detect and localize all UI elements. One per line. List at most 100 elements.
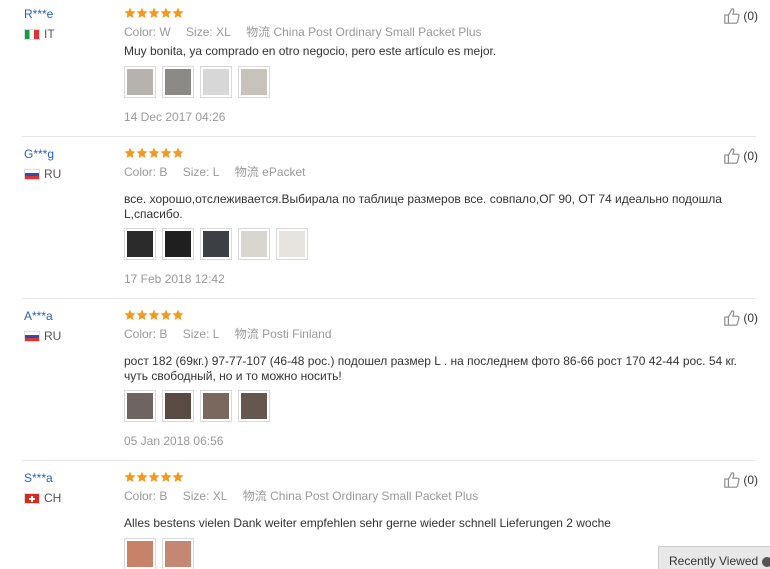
reviewer-name[interactable]: S***a (24, 471, 53, 485)
review-comment: все. хорошо,отслеживается.Выбирала по та… (124, 192, 722, 221)
review-photos (124, 66, 270, 98)
size-label: Size: (182, 165, 210, 179)
star-icon (160, 7, 172, 18)
review-photo-thumbnail[interactable] (200, 66, 232, 98)
review-photo-thumbnail[interactable] (162, 390, 194, 422)
helpful-count: (0) (743, 473, 758, 487)
star-icon (124, 471, 136, 482)
star-icon (148, 309, 160, 320)
helpful-button[interactable]: (0) (723, 7, 758, 25)
helpful-button[interactable]: (0) (723, 147, 758, 165)
review-photo-thumbnail[interactable] (200, 390, 232, 422)
review-item: A***a RU Color: B Size: L 物流 Posti Finla… (0, 309, 770, 459)
color-value: B (159, 327, 168, 341)
review-photo-thumbnail[interactable] (238, 390, 270, 422)
review-photo-thumbnail[interactable] (124, 390, 156, 422)
star-icon (124, 7, 136, 18)
review-photos (124, 228, 308, 260)
helpful-count: (0) (743, 149, 758, 163)
switzerland-flag-icon (24, 492, 40, 504)
reviewer-name[interactable]: A***a (24, 309, 53, 323)
helpful-count: (0) (743, 9, 758, 23)
review-photo-thumbnail[interactable] (238, 228, 270, 260)
review-photo-thumbnail[interactable] (124, 228, 156, 260)
reviewer-country: IT (24, 27, 55, 41)
star-icon (136, 7, 148, 18)
color-label: Color: (124, 489, 157, 503)
review-date: 17 Feb 2018 12:42 (124, 272, 225, 286)
shipping-value: ePacket (262, 165, 306, 179)
order-attributes: Color: W Size: XL 物流 China Post Ordinary… (124, 23, 494, 40)
italy-flag-icon (24, 28, 40, 40)
shipping-value: China Post Ordinary Small Packet Plus (270, 489, 479, 503)
helpful-count: (0) (743, 311, 758, 325)
order-attributes: Color: B Size: L 物流 ePacket (124, 163, 318, 180)
shipping-label: 物流 (234, 165, 259, 179)
reviewer-name[interactable]: G***g (24, 147, 54, 161)
russia-flag-icon (24, 168, 40, 180)
star-icon (124, 147, 136, 158)
review-photo-thumbnail[interactable] (162, 228, 194, 260)
review-photo-thumbnail[interactable] (162, 538, 194, 569)
reviewer-name[interactable]: R***e (24, 7, 53, 21)
star-icon (172, 147, 184, 158)
color-value: W (159, 25, 171, 39)
review-photo-thumbnail[interactable] (238, 66, 270, 98)
review-photo-thumbnail[interactable] (200, 228, 232, 260)
star-icon (172, 309, 184, 320)
size-label: Size: (186, 25, 213, 39)
size-value: L (212, 165, 220, 179)
country-code: CH (44, 491, 62, 505)
size-value: L (212, 327, 220, 341)
review-photo-thumbnail[interactable] (276, 228, 308, 260)
review-comment: рост 182 (69кг.) 97-77-107 (46-48 рос.) … (124, 354, 738, 383)
shipping-label: 物流 (246, 25, 271, 39)
review-comment: Alles bestens vielen Dank weiter empfehl… (124, 516, 611, 530)
divider (22, 136, 756, 137)
star-icon (136, 147, 148, 158)
size-value: XL (216, 25, 231, 39)
star-icon (160, 471, 172, 482)
size-value: XL (212, 489, 228, 503)
star-icon (136, 309, 148, 320)
review-item: S***a CH Color: B Size: XL 物流 China Post… (0, 471, 770, 569)
rating-stars (124, 147, 184, 159)
russia-flag-icon (24, 330, 40, 342)
country-code: RU (44, 329, 62, 343)
shipping-label: 物流 (234, 327, 259, 341)
order-attributes: Color: B Size: XL 物流 China Post Ordinary… (124, 487, 490, 504)
recently-viewed-tab[interactable]: Recently Viewed (658, 546, 770, 569)
thumbs-up-icon (724, 148, 740, 164)
color-value: B (159, 165, 168, 179)
star-icon (160, 147, 172, 158)
thumbs-up-icon (724, 472, 740, 488)
helpful-button[interactable]: (0) (723, 471, 758, 489)
country-code: IT (44, 27, 55, 41)
recently-viewed-label: Recently Viewed (669, 554, 759, 568)
thumbs-up-icon (724, 8, 740, 24)
order-attributes: Color: B Size: L 物流 Posti Finland (124, 325, 344, 342)
review-photos (124, 538, 194, 569)
review-comment: Muy bonita, ya comprado en otro negocio,… (124, 44, 497, 58)
review-photo-thumbnail[interactable] (162, 66, 194, 98)
shipping-value: China Post Ordinary Small Packet Plus (273, 25, 482, 39)
thumbs-up-icon (724, 310, 740, 326)
reviewer-country: RU (24, 329, 61, 343)
star-icon (160, 309, 172, 320)
shipping-value: Posti Finland (262, 327, 332, 341)
star-icon (148, 147, 160, 158)
star-icon (172, 7, 184, 18)
shipping-label: 物流 (242, 489, 267, 503)
star-icon (136, 471, 148, 482)
review-photo-thumbnail[interactable] (124, 66, 156, 98)
size-label: Size: (182, 327, 210, 341)
review-photos (124, 390, 270, 422)
expand-icon (762, 556, 770, 567)
review-photo-thumbnail[interactable] (124, 538, 156, 569)
rating-stars (124, 7, 184, 19)
helpful-button[interactable]: (0) (723, 309, 758, 327)
rating-stars (124, 471, 184, 483)
reviewer-country: CH (24, 491, 61, 505)
star-icon (148, 7, 160, 18)
review-date: 14 Dec 2017 04:26 (124, 110, 226, 124)
